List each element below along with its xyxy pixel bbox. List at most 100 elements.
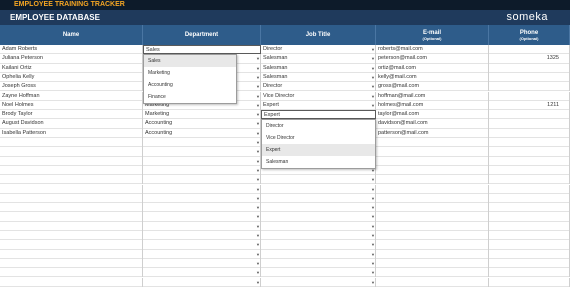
job_dropdown-option[interactable]: Salesman bbox=[262, 156, 375, 168]
dropdown-arrow-icon[interactable]: ▼ bbox=[371, 45, 375, 54]
cell-name[interactable] bbox=[0, 147, 143, 157]
dropdown-arrow-icon[interactable]: ▼ bbox=[256, 194, 260, 203]
cell-name[interactable] bbox=[0, 175, 143, 185]
cell-job[interactable] bbox=[261, 193, 376, 204]
dropdown-arrow-icon[interactable]: ▼ bbox=[256, 157, 260, 166]
department_dropdown-option[interactable]: Marketing bbox=[144, 67, 236, 79]
cell-email[interactable] bbox=[376, 147, 489, 157]
job_dropdown-active-cell[interactable]: Expert bbox=[261, 110, 376, 120]
cell-department[interactable] bbox=[143, 147, 261, 157]
dropdown-arrow-icon[interactable]: ▼ bbox=[371, 64, 375, 73]
cell-email[interactable]: davidson@mail.com bbox=[376, 119, 489, 129]
cell-email[interactable] bbox=[376, 175, 489, 185]
cell-job[interactable]: Salesman bbox=[261, 63, 376, 73]
cell-department[interactable] bbox=[143, 193, 261, 204]
department_dropdown-option[interactable]: Finance bbox=[144, 91, 236, 103]
cell-phone[interactable]: 1211 bbox=[489, 100, 570, 111]
cell-email[interactable] bbox=[376, 156, 489, 166]
cell-email[interactable]: hoffman@mail.com bbox=[376, 91, 489, 101]
cell-department[interactable] bbox=[143, 231, 261, 241]
dropdown-arrow-icon[interactable]: ▼ bbox=[371, 250, 375, 259]
cell-name[interactable] bbox=[0, 203, 143, 213]
cell-email[interactable]: holmes@mail.com bbox=[376, 100, 489, 111]
cell-name[interactable]: Brody Taylor bbox=[0, 110, 143, 120]
cell-name[interactable]: Joseph Gross bbox=[0, 82, 143, 92]
cell-phone[interactable] bbox=[489, 193, 570, 204]
cell-job[interactable] bbox=[261, 184, 376, 194]
dropdown-arrow-icon[interactable]: ▼ bbox=[371, 259, 375, 268]
cell-email[interactable] bbox=[376, 231, 489, 241]
cell-email[interactable]: roberts@mail.com bbox=[376, 45, 489, 55]
cell-department[interactable] bbox=[143, 258, 261, 269]
dropdown-arrow-icon[interactable]: ▼ bbox=[256, 54, 260, 63]
dropdown-arrow-icon[interactable]: ▼ bbox=[371, 240, 375, 249]
department_dropdown-option[interactable]: Sales bbox=[144, 55, 236, 68]
dropdown-arrow-icon[interactable]: ▼ bbox=[256, 110, 260, 119]
dropdown-arrow-icon[interactable]: ▼ bbox=[256, 101, 260, 110]
cell-name[interactable] bbox=[0, 231, 143, 241]
cell-department[interactable] bbox=[143, 268, 261, 278]
dropdown-arrow-icon[interactable]: ▼ bbox=[371, 82, 375, 91]
cell-phone[interactable] bbox=[489, 240, 570, 250]
cell-name[interactable] bbox=[0, 212, 143, 222]
cell-job[interactable] bbox=[261, 175, 376, 185]
cell-phone[interactable] bbox=[489, 63, 570, 73]
cell-phone[interactable] bbox=[489, 184, 570, 194]
cell-name[interactable]: Ophelia Kelly bbox=[0, 72, 143, 83]
cell-name[interactable] bbox=[0, 258, 143, 269]
cell-name[interactable] bbox=[0, 165, 143, 176]
dropdown-arrow-icon[interactable]: ▼ bbox=[256, 185, 260, 194]
dropdown-arrow-icon[interactable]: ▼ bbox=[256, 231, 260, 240]
cell-email[interactable] bbox=[376, 240, 489, 250]
cell-phone[interactable] bbox=[489, 91, 570, 101]
cell-phone[interactable]: 1325 bbox=[489, 54, 570, 64]
cell-name[interactable]: Zayne Hoffman bbox=[0, 91, 143, 101]
cell-department[interactable] bbox=[143, 249, 261, 259]
cell-phone[interactable] bbox=[489, 147, 570, 157]
cell-job[interactable]: Expert bbox=[261, 100, 376, 111]
dropdown-arrow-icon[interactable]: ▼ bbox=[371, 268, 375, 277]
cell-phone[interactable] bbox=[489, 165, 570, 176]
cell-department[interactable] bbox=[143, 138, 261, 148]
cell-job[interactable] bbox=[261, 212, 376, 222]
dropdown-arrow-icon[interactable]: ▼ bbox=[256, 268, 260, 277]
cell-phone[interactable] bbox=[489, 110, 570, 120]
dropdown-arrow-icon[interactable]: ▼ bbox=[256, 240, 260, 249]
cell-phone[interactable] bbox=[489, 203, 570, 213]
cell-email[interactable]: gross@mail.com bbox=[376, 82, 489, 92]
job_dropdown-option[interactable]: Expert bbox=[262, 144, 375, 157]
cell-email[interactable]: peterson@mail.com bbox=[376, 54, 489, 64]
department_dropdown-active-cell[interactable]: Sales bbox=[143, 45, 261, 55]
dropdown-arrow-icon[interactable]: ▼ bbox=[256, 259, 260, 268]
cell-email[interactable] bbox=[376, 138, 489, 148]
dropdown-arrow-icon[interactable]: ▼ bbox=[256, 119, 260, 128]
dropdown-arrow-icon[interactable]: ▼ bbox=[371, 278, 375, 287]
dropdown-arrow-icon[interactable]: ▼ bbox=[371, 212, 375, 221]
cell-job[interactable] bbox=[261, 240, 376, 250]
cell-job[interactable] bbox=[261, 203, 376, 213]
cell-name[interactable] bbox=[0, 277, 143, 287]
cell-department[interactable] bbox=[143, 221, 261, 231]
cell-phone[interactable] bbox=[489, 175, 570, 185]
cell-job[interactable]: Salesman bbox=[261, 54, 376, 64]
cell-name[interactable] bbox=[0, 268, 143, 278]
cell-name[interactable] bbox=[0, 249, 143, 259]
department_dropdown-option[interactable]: Accounting bbox=[144, 79, 236, 91]
cell-name[interactable] bbox=[0, 193, 143, 204]
cell-job[interactable]: Director bbox=[261, 45, 376, 55]
cell-department[interactable] bbox=[143, 203, 261, 213]
cell-job[interactable]: Vice Director bbox=[261, 91, 376, 101]
cell-email[interactable] bbox=[376, 165, 489, 176]
job_dropdown-option[interactable]: Vice Director bbox=[262, 132, 375, 144]
dropdown-arrow-icon[interactable]: ▼ bbox=[256, 129, 260, 138]
dropdown-arrow-icon[interactable]: ▼ bbox=[371, 101, 375, 110]
dropdown-arrow-icon[interactable]: ▼ bbox=[256, 278, 260, 287]
cell-department[interactable] bbox=[143, 175, 261, 185]
cell-name[interactable] bbox=[0, 138, 143, 148]
cell-phone[interactable] bbox=[489, 221, 570, 231]
cell-phone[interactable] bbox=[489, 249, 570, 259]
cell-department[interactable] bbox=[143, 156, 261, 166]
cell-department[interactable] bbox=[143, 212, 261, 222]
cell-job[interactable] bbox=[261, 277, 376, 287]
cell-department[interactable]: Accounting bbox=[143, 128, 261, 138]
